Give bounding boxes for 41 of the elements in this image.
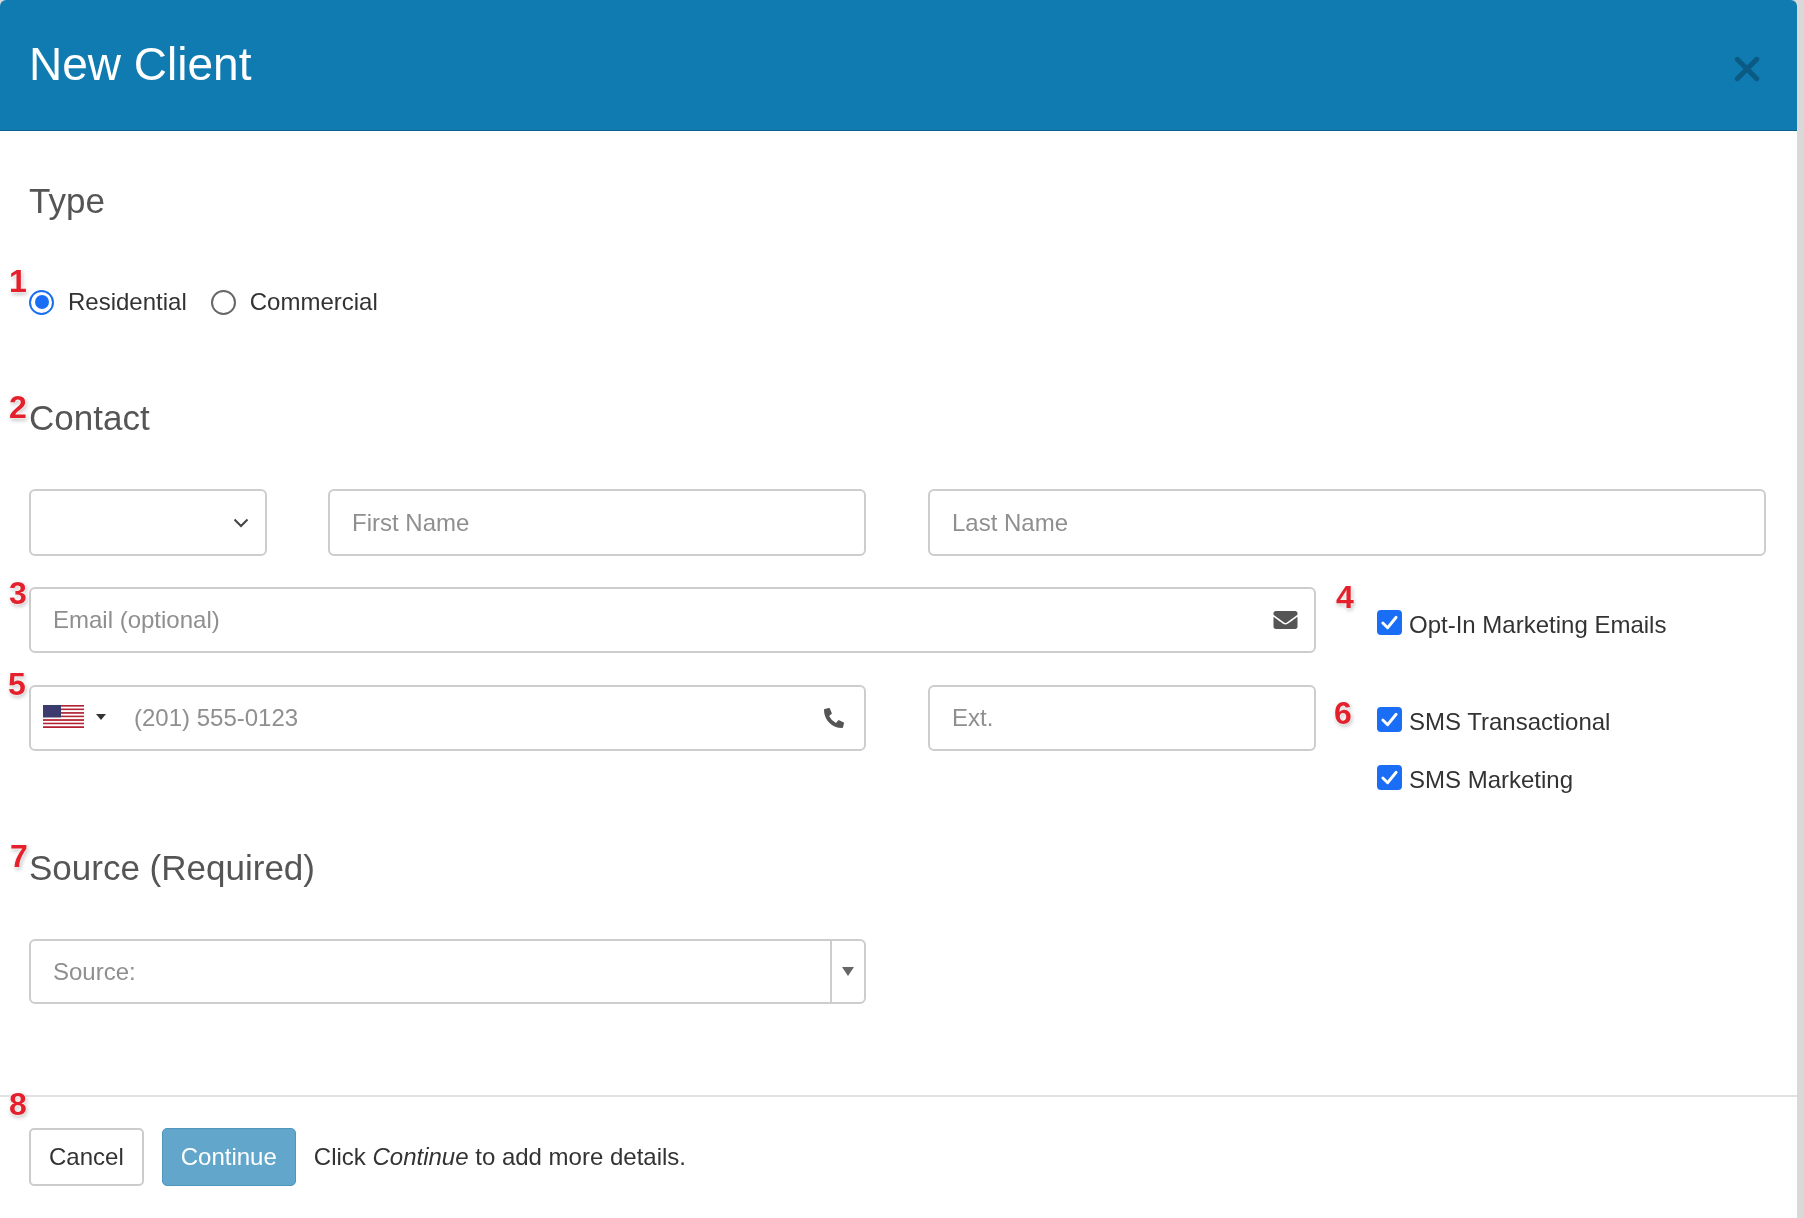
phone-icon: [824, 708, 844, 728]
chevron-down-icon: [233, 517, 249, 528]
first-name-field[interactable]: First Name: [328, 489, 866, 556]
dialog-title: New Client: [29, 37, 252, 92]
checkmark-icon: [1380, 768, 1399, 787]
radio-label: Residential: [68, 287, 187, 317]
callout-number: 7: [10, 840, 28, 872]
checkmark-icon: [1380, 613, 1399, 632]
section-heading: Contact: [29, 398, 150, 438]
country-dropdown[interactable]: [43, 705, 106, 728]
caret-down-icon: [96, 713, 106, 720]
hint-text: Click Continue to add more details.: [313, 1142, 686, 1172]
envelope-icon: [1271, 608, 1300, 632]
close-icon: [1734, 56, 1760, 82]
callout-number: 2: [9, 391, 27, 423]
checkbox[interactable]: [1377, 765, 1402, 790]
source-select[interactable]: Source:: [29, 939, 866, 1004]
callout-number: 3: [9, 577, 27, 609]
last-name-field[interactable]: Last Name: [928, 489, 1766, 556]
checkbox-label: SMS Transactional: [1409, 707, 1611, 737]
extension-field[interactable]: Ext.: [928, 685, 1316, 751]
cancel-button[interactable]: Cancel: [29, 1128, 144, 1186]
radio-button[interactable]: [29, 289, 54, 315]
callout-number: 1: [9, 265, 27, 297]
checkbox-label: Opt-In Marketing Emails: [1409, 610, 1667, 640]
radio-label: Commercial: [249, 287, 378, 317]
callout-number: 5: [8, 668, 26, 700]
section-heading: Source (Required): [29, 848, 315, 888]
callout-number: 4: [1336, 581, 1354, 613]
checkbox-label: SMS Marketing: [1409, 765, 1574, 795]
us-flag-icon: [43, 705, 84, 728]
callout-number: 6: [1334, 697, 1352, 729]
email-field[interactable]: Email (optional): [29, 587, 1316, 653]
radio-button[interactable]: [210, 289, 236, 315]
checkbox[interactable]: [1377, 610, 1402, 635]
caret-down-icon: [842, 967, 854, 976]
checkbox[interactable]: [1377, 707, 1402, 732]
checkmark-icon: [1380, 710, 1399, 729]
section-heading: Type: [29, 181, 105, 221]
phone-field[interactable]: (201) 555-0123: [29, 685, 866, 751]
callout-number: 8: [9, 1088, 27, 1120]
